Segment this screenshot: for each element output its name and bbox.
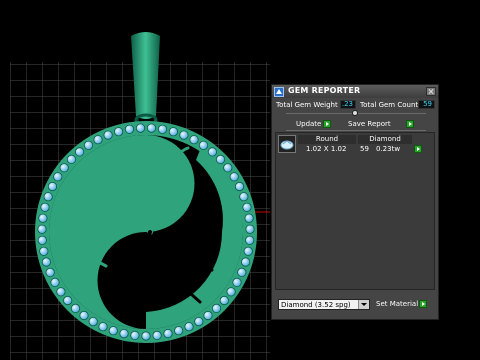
gem-stone: [243, 246, 253, 256]
gem-stone: [211, 303, 222, 313]
gem-stone: [40, 202, 50, 212]
gem-stone: [244, 213, 254, 223]
gem-stone: [242, 202, 252, 212]
total-gem-count-value: 59: [418, 100, 435, 109]
gem-stone: [239, 192, 249, 202]
gem-shape: Round: [298, 135, 356, 144]
gem-stone: [207, 147, 217, 157]
gem-material: Diamond: [358, 135, 412, 144]
gem-stone: [174, 326, 184, 336]
material-select-value: Diamond (3.52 spg): [281, 301, 351, 309]
set-material-button[interactable]: [419, 300, 427, 308]
chevron-down-icon[interactable]: [358, 300, 369, 309]
gem-stone: [194, 316, 204, 327]
gem-stone: [47, 181, 58, 192]
gem-stone: [45, 267, 55, 277]
gem-stone: [119, 328, 129, 339]
separator-mid: [286, 130, 426, 131]
gem-stone: [130, 330, 140, 340]
round-gem-icon: [278, 135, 296, 153]
gem-stone: [53, 172, 63, 182]
gem-stone: [93, 135, 103, 145]
gem-stone: [179, 130, 189, 140]
gem-stone: [219, 295, 229, 306]
gem-stone: [146, 123, 157, 133]
gem-stone: [59, 163, 69, 173]
gem-stone: [66, 154, 77, 164]
gem-stone: [83, 140, 94, 150]
gem-stone: [88, 316, 98, 327]
panel-titlebar[interactable]: GEM REPORTER: [272, 85, 438, 98]
gem-select-button[interactable]: [414, 145, 422, 153]
update-button[interactable]: [323, 120, 331, 128]
splitter-handle-icon[interactable]: [352, 110, 358, 116]
total-gem-weight-label: Total Gem Weight: [276, 101, 338, 109]
gem-stone: [226, 287, 236, 297]
close-icon[interactable]: [426, 87, 436, 96]
gem-stone: [234, 181, 245, 192]
gem-stone: [124, 124, 135, 134]
gem-stone: [41, 257, 52, 267]
total-gem-count-label: Total Gem Count: [360, 101, 419, 109]
set-material-label[interactable]: Set Material: [376, 299, 418, 309]
gem-stone: [56, 287, 66, 297]
gem-stone: [157, 124, 168, 134]
gem-stone: [43, 192, 53, 202]
gem-stone: [232, 277, 242, 287]
gem-stone: [37, 235, 47, 245]
gem-stone: [241, 257, 251, 267]
snowflake-center: [73, 244, 91, 262]
gem-stone: [237, 267, 247, 277]
material-select[interactable]: Diamond (3.52 spg): [278, 299, 370, 310]
gem-stone: [38, 213, 48, 223]
gem-stone: [245, 235, 255, 245]
gem-stone: [215, 154, 226, 164]
panel-title: GEM REPORTER: [288, 86, 361, 95]
gem-stone: [135, 123, 146, 133]
gem-stone: [189, 135, 199, 145]
gem-stone: [152, 330, 162, 340]
gem-stone: [141, 331, 151, 341]
gem-stone: [168, 127, 178, 137]
gem-count: 59: [360, 145, 369, 153]
gem-stone: [108, 326, 118, 336]
gem-stone: [50, 277, 60, 287]
gem-stone: [229, 172, 239, 182]
gem-stone: [79, 310, 89, 321]
gem-stone: [184, 322, 194, 332]
gem-stone: [103, 130, 113, 140]
total-gem-weight-value: .23: [340, 100, 356, 109]
gem-list: Round Diamond 1.02 X 1.02 59 0.23tw: [275, 132, 435, 290]
gem-stone: [223, 163, 233, 173]
gem-row[interactable]: Round Diamond 1.02 X 1.02 59 0.23tw: [276, 134, 434, 156]
update-button-label[interactable]: Update: [296, 119, 321, 129]
save-report-label[interactable]: Save Report: [348, 119, 391, 129]
gem-stone: [63, 295, 73, 306]
gem-stone: [75, 147, 85, 157]
gem-stone: [37, 224, 47, 234]
save-report-button[interactable]: [406, 120, 414, 128]
gem-stone: [245, 224, 255, 234]
gem-reporter-panel: GEM REPORTER Total Gem Weight .23 Total …: [271, 84, 439, 320]
gem-stone: [203, 310, 213, 321]
gem-weight: 0.23tw: [376, 145, 401, 153]
gem-stone: [198, 140, 209, 150]
gem-stone: [163, 328, 173, 339]
gem-stone: [114, 127, 124, 137]
gem-size: 1.02 X 1.02: [306, 145, 347, 153]
gem-stone: [98, 322, 108, 332]
app-icon: [274, 87, 284, 97]
gem-stone: [39, 246, 49, 256]
gem-stone: [70, 303, 81, 313]
